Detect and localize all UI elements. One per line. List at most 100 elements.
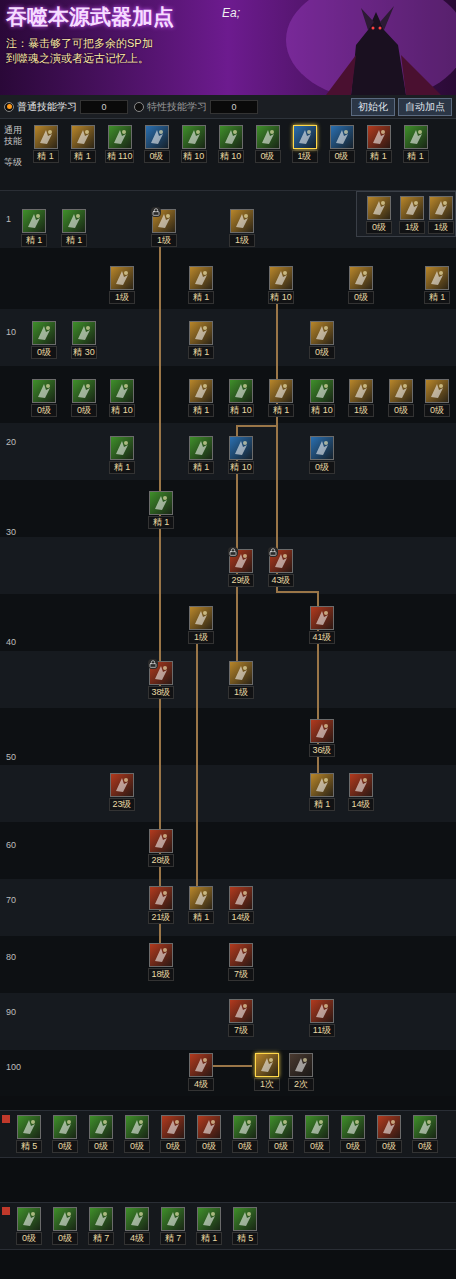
tree-skill[interactable]: 精 10 (105, 379, 139, 417)
skill-icon[interactable] (293, 125, 317, 149)
skill-icon[interactable] (367, 196, 391, 220)
skill-icon[interactable] (349, 266, 373, 290)
skill-icon[interactable] (341, 1115, 365, 1139)
bar-skill[interactable]: 0级 (48, 1207, 82, 1245)
skill-icon[interactable] (310, 999, 334, 1023)
skill-icon[interactable] (197, 1115, 221, 1139)
skill-icon[interactable] (161, 1115, 185, 1139)
tree-skill[interactable]: 14级 (224, 886, 258, 924)
skill-icon[interactable] (413, 1115, 437, 1139)
tree-skill[interactable]: 38级 (144, 661, 178, 699)
tree-skill[interactable]: 精 30 (67, 321, 101, 359)
skill-icon[interactable] (189, 436, 213, 460)
skill-icon[interactable] (152, 209, 176, 233)
skill-icon[interactable] (17, 1115, 41, 1139)
common-skill[interactable]: 0级 (251, 125, 285, 163)
tree-skill[interactable]: 1次 (250, 1053, 284, 1091)
tree-skill[interactable]: 精 1 (57, 209, 91, 247)
skill-icon[interactable] (349, 773, 373, 797)
bar-skill[interactable]: 精 7 (156, 1207, 190, 1245)
skill-icon[interactable] (149, 491, 173, 515)
skill-icon[interactable] (229, 999, 253, 1023)
skill-icon[interactable] (310, 606, 334, 630)
tree-skill[interactable]: 2次 (284, 1053, 318, 1091)
skill-icon[interactable] (425, 266, 449, 290)
tree-skill[interactable]: 41级 (305, 606, 339, 644)
common-skill[interactable]: 0级 (140, 125, 174, 163)
action-button[interactable]: 初始化 (351, 98, 395, 116)
action-button[interactable]: 自动加点 (398, 98, 452, 116)
skill-icon[interactable] (125, 1207, 149, 1231)
tree-skill[interactable]: 精 10 (305, 379, 339, 417)
skill-icon[interactable] (233, 1115, 257, 1139)
bar-skill[interactable]: 0级 (192, 1115, 226, 1153)
bar-skill[interactable]: 精 7 (84, 1207, 118, 1245)
bar-skill[interactable]: 精 5 (12, 1115, 46, 1153)
tab[interactable]: 特性技能学习0 (134, 99, 258, 114)
tree-skill[interactable]: 精 1 (420, 266, 454, 304)
skill-icon[interactable] (229, 549, 253, 573)
tree-skill[interactable]: 1级 (105, 266, 139, 304)
skill-icon[interactable] (53, 1115, 77, 1139)
skill-icon[interactable] (32, 321, 56, 345)
skill-icon[interactable] (289, 1053, 313, 1077)
skill-icon[interactable] (182, 125, 206, 149)
tree-skill[interactable]: 29级 (224, 549, 258, 587)
tree-skill[interactable]: 36级 (305, 719, 339, 757)
tree-skill[interactable]: 精 1 (17, 209, 51, 247)
tree-skill[interactable]: 1级 (224, 661, 258, 699)
skill-icon[interactable] (110, 379, 134, 403)
tree-skill[interactable]: 1级 (424, 196, 456, 234)
skill-icon[interactable] (229, 943, 253, 967)
skill-icon[interactable] (310, 379, 334, 403)
bar-skill[interactable]: 4级 (120, 1207, 154, 1245)
common-skill[interactable]: 精 10 (177, 125, 211, 163)
tree-skill[interactable]: 0级 (305, 321, 339, 359)
tree-skill[interactable]: 4级 (184, 1053, 218, 1091)
tree-skill[interactable]: 21级 (144, 886, 178, 924)
bar-skill[interactable]: 0级 (84, 1115, 118, 1153)
bar-skill[interactable]: 0级 (228, 1115, 262, 1153)
skill-icon[interactable] (230, 209, 254, 233)
skill-icon[interactable] (404, 125, 428, 149)
skill-icon[interactable] (219, 125, 243, 149)
skill-icon[interactable] (425, 379, 449, 403)
skill-icon[interactable] (22, 209, 46, 233)
skill-icon[interactable] (149, 829, 173, 853)
skill-icon[interactable] (189, 321, 213, 345)
bar-skill[interactable]: 0级 (120, 1115, 154, 1153)
tree-skill[interactable]: 7级 (224, 999, 258, 1037)
skill-icon[interactable] (189, 266, 213, 290)
bar-skill[interactable]: 0级 (336, 1115, 370, 1153)
skill-icon[interactable] (429, 196, 453, 220)
tab[interactable]: 普通技能学习0 (4, 99, 128, 114)
bar-skill[interactable]: 0级 (264, 1115, 298, 1153)
skill-icon[interactable] (229, 886, 253, 910)
tree-skill[interactable]: 0级 (362, 196, 396, 234)
bar-skill[interactable]: 0级 (372, 1115, 406, 1153)
skill-icon[interactable] (110, 773, 134, 797)
tree-skill[interactable]: 0级 (420, 379, 454, 417)
skill-icon[interactable] (305, 1115, 329, 1139)
common-skill[interactable]: 0级 (325, 125, 359, 163)
common-skill[interactable]: 精 1 (66, 125, 100, 163)
tree-skill[interactable]: 7级 (224, 943, 258, 981)
bar-skill[interactable]: 0级 (12, 1207, 46, 1245)
skill-icon[interactable] (367, 125, 391, 149)
skill-icon[interactable] (189, 606, 213, 630)
skill-icon[interactable] (229, 661, 253, 685)
skill-icon[interactable] (349, 379, 373, 403)
skill-icon[interactable] (389, 379, 413, 403)
tree-skill[interactable]: 0级 (305, 436, 339, 474)
tree-skill[interactable]: 精 1 (184, 436, 218, 474)
tree-skill[interactable]: 1级 (147, 209, 181, 247)
tree-skill[interactable]: 精 1 (184, 379, 218, 417)
bar-skill[interactable]: 精 1 (192, 1207, 226, 1245)
bar-skill[interactable]: 0级 (48, 1115, 82, 1153)
skill-icon[interactable] (32, 379, 56, 403)
skill-icon[interactable] (269, 1115, 293, 1139)
skill-icon[interactable] (149, 661, 173, 685)
common-skill[interactable]: 1级 (288, 125, 322, 163)
tree-skill[interactable]: 11级 (305, 999, 339, 1037)
tree-skill[interactable]: 28级 (144, 829, 178, 867)
